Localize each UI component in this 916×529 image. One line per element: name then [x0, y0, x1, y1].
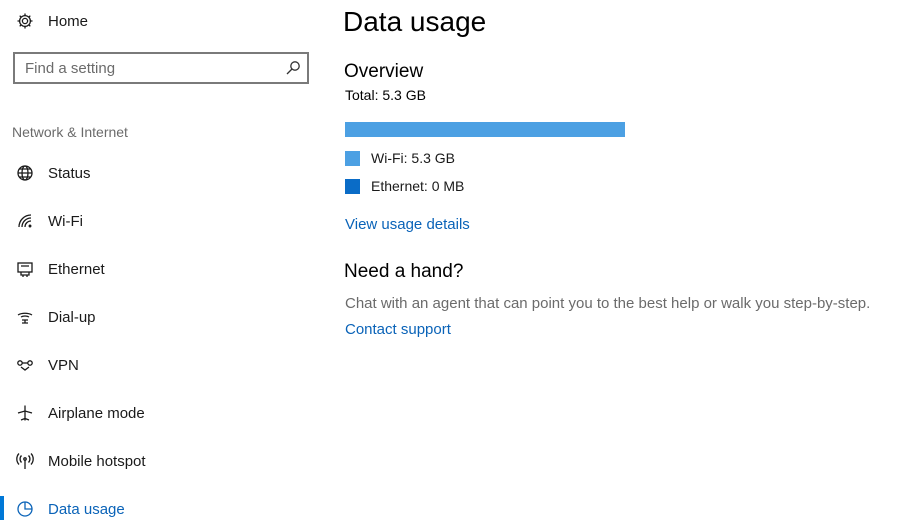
globe-icon [16, 164, 34, 182]
legend-label: Ethernet: 0 MB [371, 178, 465, 194]
vpn-icon [16, 356, 34, 374]
sidebar-item-label: Status [48, 164, 91, 182]
sidebar-item-label: Wi-Fi [48, 212, 83, 230]
total-usage: Total: 5.3 GB [345, 87, 426, 103]
sidebar-item-ethernet[interactable]: Ethernet [0, 249, 322, 289]
sidebar-item-dialup[interactable]: Dial-up [0, 297, 322, 337]
search-icon[interactable] [285, 60, 301, 76]
airplane-icon [16, 404, 34, 422]
search-input[interactable] [15, 54, 295, 82]
dialup-icon [16, 308, 34, 326]
search-box [13, 52, 309, 84]
gear-icon [16, 12, 34, 30]
legend-label: Wi-Fi: 5.3 GB [371, 150, 456, 166]
sidebar-item-hotspot[interactable]: Mobile hotspot [0, 441, 322, 481]
sidebar-item-wifi[interactable]: Wi-Fi [0, 201, 322, 241]
sidebar-item-label: Airplane mode [48, 404, 145, 422]
home-nav-item[interactable]: Home [0, 1, 322, 41]
usage-bar-wifi-fill [345, 122, 625, 137]
pie-chart-icon [16, 500, 34, 518]
main-content: Data usage Overview Total: 5.3 GB Wi-Fi:… [343, 0, 916, 516]
page-title: Data usage [343, 6, 487, 37]
view-usage-details-link[interactable]: View usage details [345, 216, 470, 233]
sidebar: Home Network & Internet Status Wi-Fi Eth… [0, 0, 322, 520]
legend-swatch [345, 150, 360, 166]
sidebar-item-label: Data usage [48, 500, 125, 518]
sidebar-item-label: Ethernet [48, 260, 105, 278]
help-text: Chat with an agent that can point you to… [345, 295, 871, 312]
hotspot-icon [16, 452, 34, 470]
sidebar-item-status[interactable]: Status [0, 153, 322, 193]
sidebar-item-data-usage[interactable]: Data usage [0, 489, 322, 529]
sidebar-item-airplane[interactable]: Airplane mode [0, 393, 322, 433]
section-label: Network & Internet [12, 124, 128, 140]
legend-wifi: Wi-Fi: 5.3 GB [345, 149, 455, 167]
legend-swatch [345, 178, 360, 194]
usage-bar [345, 122, 625, 137]
contact-support-link[interactable]: Contact support [345, 321, 451, 338]
sidebar-item-label: Dial-up [48, 308, 96, 326]
sidebar-item-vpn[interactable]: VPN [0, 345, 322, 385]
overview-heading: Overview [344, 61, 424, 82]
wifi-icon [16, 212, 34, 230]
sidebar-item-label: VPN [48, 356, 79, 374]
home-label: Home [48, 12, 89, 30]
legend-ethernet: Ethernet: 0 MB [345, 177, 464, 195]
sidebar-item-label: Mobile hotspot [48, 452, 146, 470]
ethernet-icon [16, 260, 34, 278]
help-heading: Need a hand? [344, 261, 464, 282]
